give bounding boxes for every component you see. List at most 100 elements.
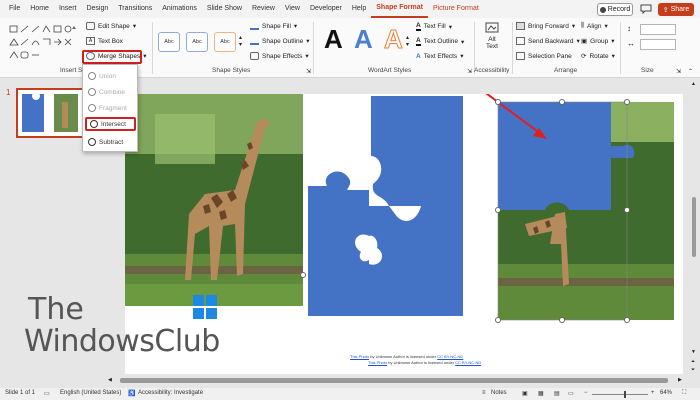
menu-shape-format[interactable]: Shape Format <box>371 0 428 18</box>
scroll-left-icon[interactable]: ◀ <box>108 377 112 383</box>
license-link-1[interactable]: CC BY-NC-ND <box>437 354 463 359</box>
horizontal-scrollbar[interactable]: ◀ ▶ <box>100 376 688 385</box>
bring-forward-button[interactable]: Bring Forward ▾ <box>516 22 575 30</box>
fit-to-window-icon[interactable]: ⛶ <box>682 390 686 397</box>
merge-fragment-item[interactable]: Fragment <box>85 101 136 115</box>
next-slide-icon[interactable]: ⏷ <box>691 367 695 373</box>
accessibility-status[interactable]: Accessibility: Investigate <box>138 390 203 396</box>
reading-view-icon[interactable]: ▤ <box>554 390 560 397</box>
horizontal-scroll-thumb[interactable] <box>120 378 668 383</box>
resize-handle[interactable] <box>300 272 306 278</box>
text-fill-button[interactable]: A Text Fill ▾ <box>416 22 452 31</box>
resize-handle[interactable] <box>559 317 565 323</box>
zoom-in-icon[interactable]: + <box>651 390 655 396</box>
merge-shapes-highlight <box>82 50 142 64</box>
collapse-ribbon-icon[interactable]: ⌃ <box>688 68 693 75</box>
normal-view-icon[interactable]: ▣ <box>522 390 528 397</box>
resize-handle[interactable] <box>559 99 565 105</box>
send-backward-button[interactable]: Send Backward ▾ <box>516 37 580 45</box>
text-outline-button[interactable]: A Text Outline ▾ <box>416 37 464 46</box>
menu-bar: File Home Insert Design Transitions Anim… <box>0 0 700 18</box>
resize-handle[interactable] <box>624 99 630 105</box>
dialog-launcher-icon[interactable]: ⇲ <box>467 68 472 75</box>
merge-combine-item[interactable]: Combine <box>85 85 136 99</box>
selection-pane-button[interactable]: Selection Pane <box>516 52 572 60</box>
shape-style-preset-2[interactable]: Abc <box>186 32 208 52</box>
slide-sorter-icon[interactable]: ▦ <box>538 390 544 397</box>
shape-style-preset-3[interactable]: Abc <box>214 32 236 52</box>
photo-link-1[interactable]: This Photo <box>350 354 369 359</box>
group-button[interactable]: ▣ Group ▾ <box>581 37 615 46</box>
menu-design[interactable]: Design <box>81 0 113 18</box>
slide-thumbnail[interactable] <box>16 88 84 138</box>
menu-animations[interactable]: Animations <box>157 0 202 18</box>
alt-text-button[interactable]: Alt Text <box>480 22 504 64</box>
merge-intersect-item[interactable]: Intersect <box>85 117 136 131</box>
menu-insert[interactable]: Insert <box>54 0 82 18</box>
shape-fill-button[interactable]: Shape Fill ▾ <box>250 22 297 30</box>
resize-handle[interactable] <box>495 317 501 323</box>
shape-effects-button[interactable]: Shape Effects ▾ <box>250 52 309 60</box>
dialog-launcher-icon[interactable]: ⇲ <box>676 68 681 75</box>
photo-link-2[interactable]: This Photo <box>368 360 387 365</box>
shape-height-input[interactable] <box>640 24 676 35</box>
merge-union-item[interactable]: Union <box>85 69 136 83</box>
text-effects-button[interactable]: A Text Effects ▾ <box>416 52 464 61</box>
edit-shape-button[interactable]: Edit Shape ▾ <box>86 22 136 30</box>
spellcheck-icon[interactable]: ▭ <box>44 390 50 397</box>
text-box-button[interactable]: A Text Box <box>86 37 123 45</box>
scroll-down-icon[interactable]: ▼ <box>691 349 696 355</box>
scroll-right-icon[interactable]: ▶ <box>678 377 682 383</box>
accessibility-group-label: Accessibility <box>474 67 510 74</box>
resize-handle[interactable] <box>624 207 630 213</box>
zoom-out-icon[interactable]: − <box>584 390 588 396</box>
menu-transitions[interactable]: Transitions <box>113 0 157 18</box>
size-group-label: Size <box>641 67 654 74</box>
gallery-scroll-icon[interactable]: ▴ ▾ <box>239 34 242 48</box>
resize-handle[interactable] <box>495 207 501 213</box>
menu-file[interactable]: File <box>4 0 25 18</box>
chevron-down-icon: ▾ <box>460 53 464 60</box>
record-button[interactable]: Record <box>597 3 633 16</box>
wordart-orange-outline[interactable]: A <box>384 24 404 55</box>
previous-slide-icon[interactable]: ⏶ <box>691 359 695 365</box>
gallery-scroll-icon[interactable]: ▴ ▾ <box>406 34 409 48</box>
menu-picture-format[interactable]: Picture Format <box>428 0 484 18</box>
wordart-blue[interactable]: A <box>354 24 373 55</box>
merge-subtract-item[interactable]: Subtract <box>85 135 136 149</box>
intersect-result-photo[interactable] <box>497 101 674 321</box>
scroll-up-icon[interactable]: ▲ <box>691 81 696 87</box>
rotate-label: Rotate <box>589 52 609 60</box>
menu-developer[interactable]: Developer <box>305 0 347 18</box>
language-status[interactable]: English (United States) <box>60 390 121 396</box>
chevron-down-icon: ▾ <box>604 23 608 30</box>
resize-handle[interactable] <box>495 99 501 105</box>
rotate-button[interactable]: ⟳ Rotate ▾ <box>581 52 615 61</box>
menu-home[interactable]: Home <box>25 0 54 18</box>
share-button[interactable]: ⇪ Share <box>658 3 694 16</box>
shape-style-preset-1[interactable]: Abc <box>158 32 180 52</box>
menu-view[interactable]: View <box>280 0 305 18</box>
shapes-gallery[interactable] <box>8 23 78 61</box>
menu-review[interactable]: Review <box>247 0 280 18</box>
align-icon: ⫼ <box>581 22 584 29</box>
dialog-launcher-icon[interactable]: ⇲ <box>306 68 311 75</box>
align-button[interactable]: ⫼ Align ▾ <box>581 22 608 30</box>
slideshow-icon[interactable]: ▭ <box>568 390 574 397</box>
menu-slide-show[interactable]: Slide Show <box>202 0 247 18</box>
license-link-2[interactable]: CC BY-NC-ND <box>455 360 481 365</box>
menu-help[interactable]: Help <box>347 0 371 18</box>
puzzle-shapes[interactable] <box>308 96 463 316</box>
wordart-black[interactable]: A <box>324 24 343 55</box>
vertical-scroll-thumb[interactable] <box>692 197 696 257</box>
vertical-scrollbar[interactable]: ▲ ▼ ⏶ ⏷ <box>688 79 700 376</box>
zoom-slider-thumb[interactable] <box>624 391 626 398</box>
shape-width-input[interactable] <box>640 39 676 50</box>
comments-icon[interactable] <box>640 4 652 14</box>
zoom-level[interactable]: 64% <box>660 390 672 396</box>
resize-handle[interactable] <box>624 317 630 323</box>
shape-outline-button[interactable]: Shape Outline ▾ <box>250 37 309 45</box>
giraffe-photo-left[interactable] <box>125 94 303 306</box>
zoom-slider[interactable] <box>592 394 648 395</box>
notes-button[interactable]: Notes <box>491 390 507 396</box>
